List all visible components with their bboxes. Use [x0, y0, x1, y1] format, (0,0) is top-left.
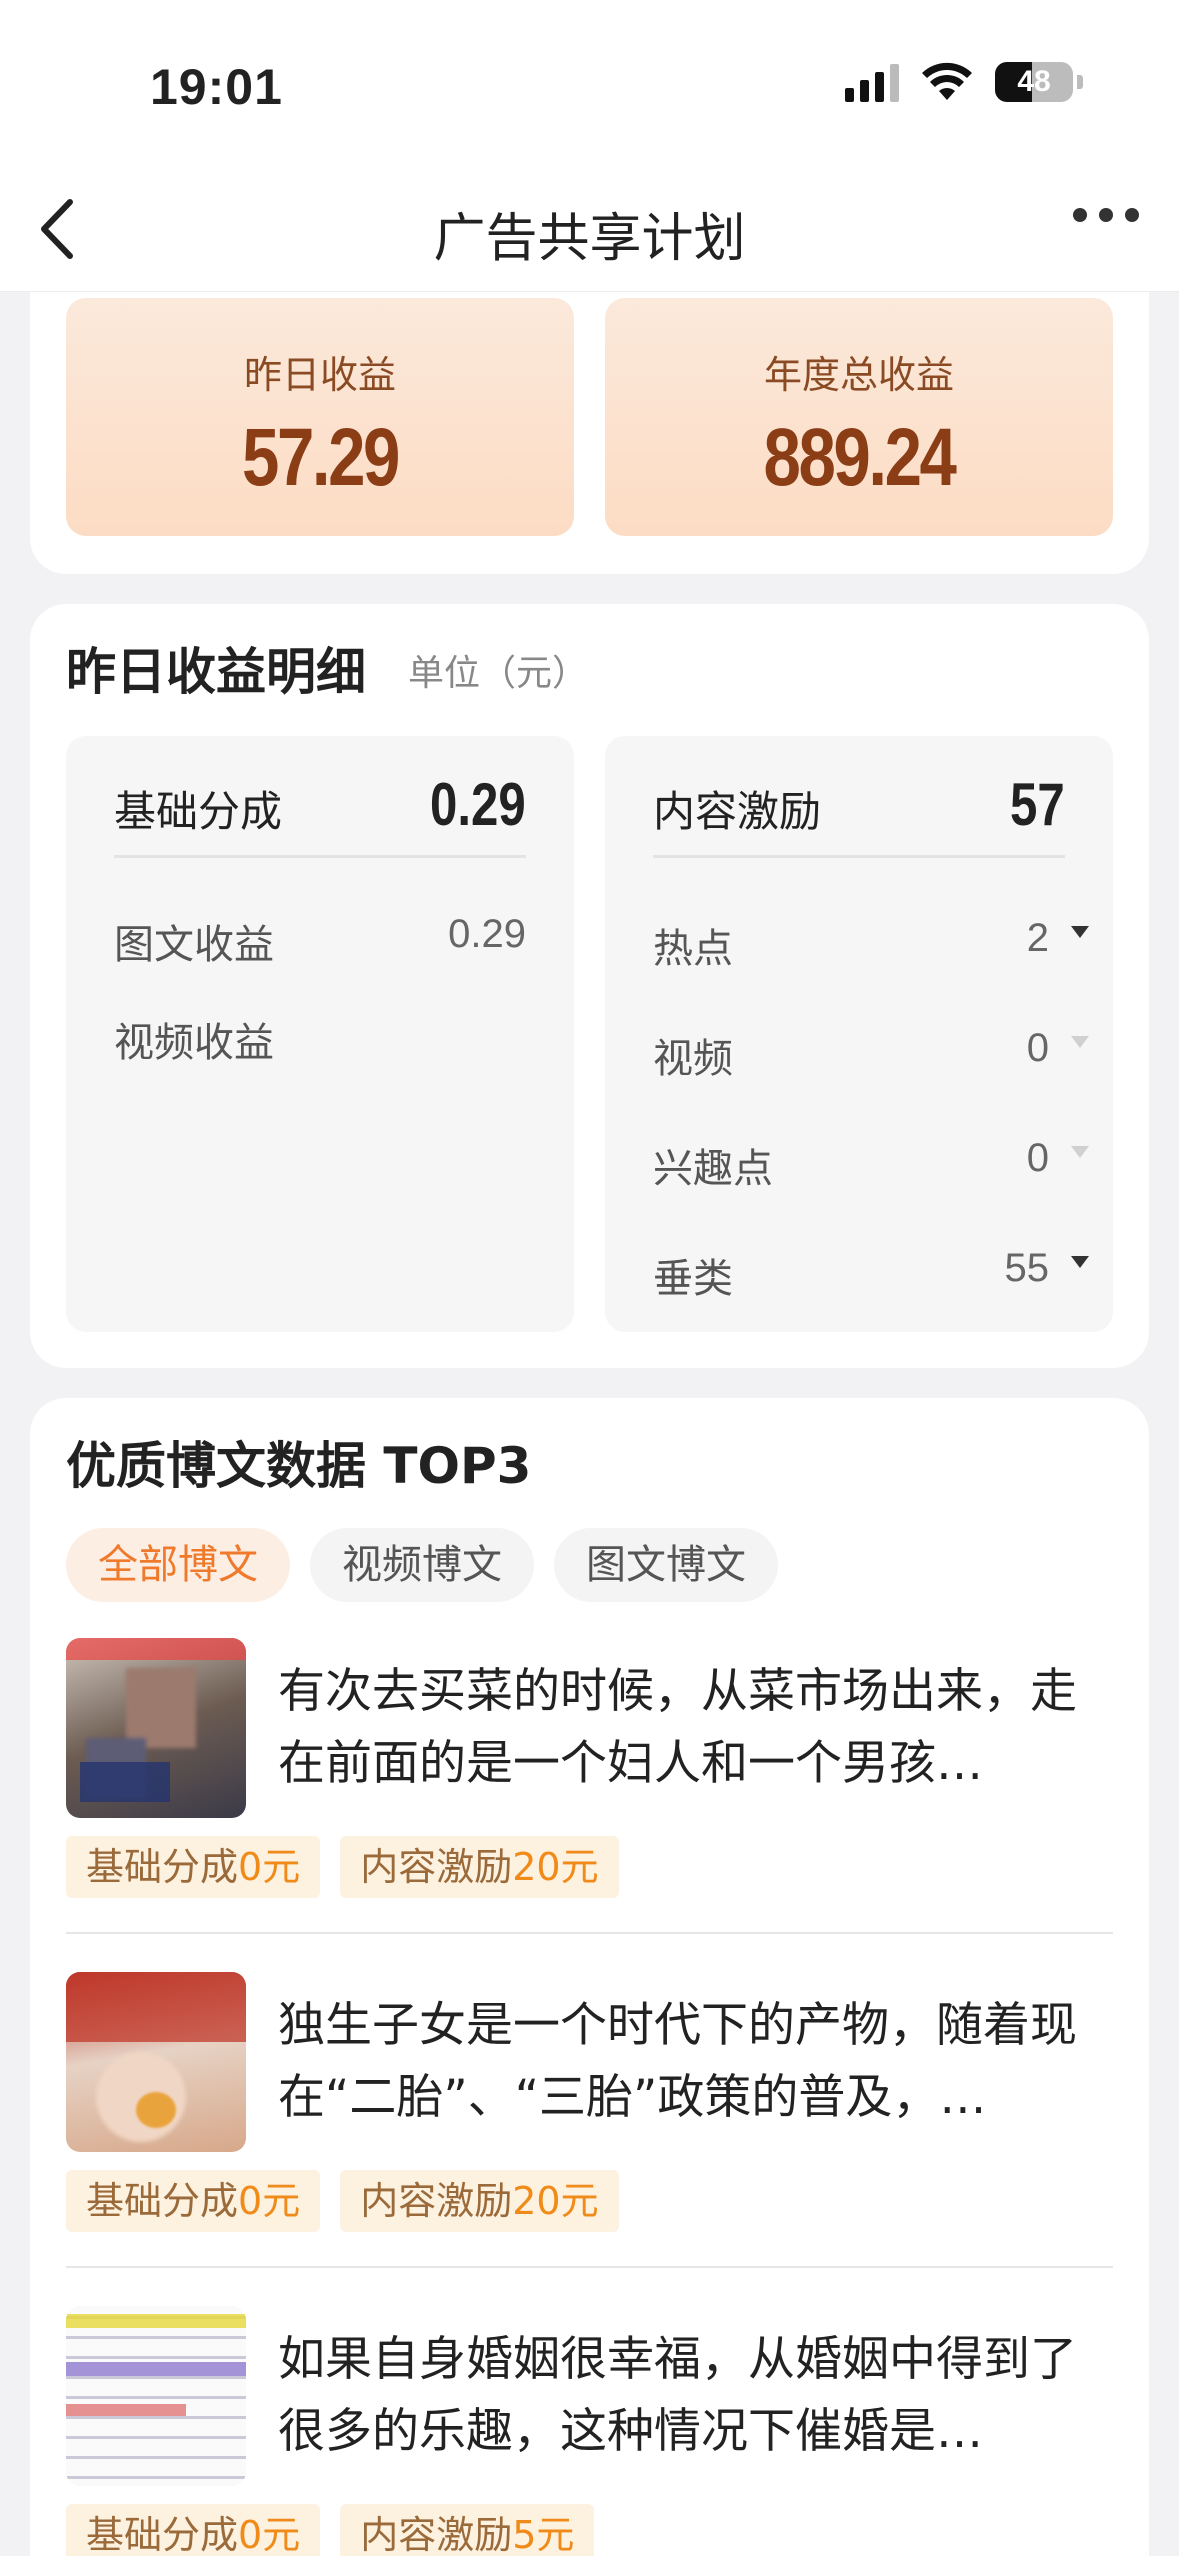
detail-row-interest[interactable]: 兴趣点 0 [653, 1136, 1089, 1196]
post-item[interactable]: 如果自身婚姻很幸福，从婚姻中得到了很多的乐趣，这种情况下催婚是… 基础分成0元 … [66, 2306, 1113, 2556]
annual-earnings-label: 年度总收益 [763, 353, 954, 397]
post-item[interactable]: 独生子女是一个时代下的产物，随着现在“二胎”、“三胎”政策的普及，… 基础分成0… [66, 1972, 1113, 2252]
tab-image-text-posts[interactable]: 图文博文 [554, 1528, 778, 1602]
detail-row-label: 视频 [653, 1036, 733, 1082]
detail-row-label: 垂类 [653, 1256, 733, 1302]
dropdown-triangle-icon[interactable] [1071, 926, 1089, 938]
post-tags: 基础分成0元 内容激励20元 [66, 2170, 619, 2232]
base-share-label: 基础分成 [114, 787, 283, 836]
dropdown-triangle-icon[interactable] [1071, 1256, 1089, 1268]
base-share-tag: 基础分成0元 [66, 2504, 321, 2556]
top-posts-title: 优质博文数据 TOP3 [66, 1437, 532, 1495]
content-incentive-tag: 内容激励20元 [340, 2170, 619, 2232]
battery-tip [1077, 75, 1083, 89]
post-text: 有次去买菜的时候，从菜市场出来，走在前面的是一个妇人和一个男孩… [278, 1664, 1077, 1791]
top-posts-card: 优质博文数据 TOP3 全部博文 视频博文 图文博文 有次去买菜的时候，从菜市场… [30, 1398, 1149, 2556]
detail-row-label: 视频收益 [114, 1020, 274, 1066]
earnings-detail-card: 昨日收益明细 单位（元） 基础分成 0.29 图文收益 0.29 视频收益 内容… [30, 604, 1149, 1368]
base-share-tag: 基础分成0元 [66, 2170, 321, 2232]
content-incentive-tag: 内容激励5元 [340, 2504, 595, 2556]
base-share-header: 基础分成 0.29 [114, 771, 526, 858]
base-share-value: 0.29 [430, 771, 526, 838]
detail-row-value: 0 [1026, 1136, 1049, 1180]
cellular-signal-icon [845, 62, 899, 102]
detail-title: 昨日收益明细 [66, 643, 366, 701]
detail-row-label: 兴趣点 [653, 1146, 773, 1192]
detail-row-label: 图文收益 [114, 922, 274, 968]
detail-row-label: 热点 [653, 926, 733, 972]
content-incentive-value: 57 [1010, 771, 1065, 838]
divider [66, 1932, 1113, 1934]
content-incentive-tag: 内容激励20元 [340, 1836, 619, 1898]
wifi-icon [922, 62, 972, 100]
post-text: 如果自身婚姻很幸福，从婚姻中得到了很多的乐趣，这种情况下催婚是… [278, 2332, 1077, 2459]
detail-row-video: 视频收益 [114, 1010, 510, 1070]
tag-value: 0元 [238, 2179, 301, 2223]
tab-all-posts[interactable]: 全部博文 [66, 1528, 290, 1602]
base-share-tag: 基础分成0元 [66, 1836, 321, 1898]
post-thumbnail[interactable] [66, 1638, 246, 1818]
yesterday-earnings-box: 昨日收益 57.29 [66, 298, 574, 536]
detail-unit: 单位（元） [408, 653, 589, 694]
top-bar: 19:01 48 广告共享计划 [0, 0, 1179, 292]
tag-label: 基础分成 [86, 1845, 239, 1889]
tag-label: 内容激励 [360, 2179, 513, 2223]
detail-row-value: 0.29 [448, 912, 526, 956]
tab-video-posts[interactable]: 视频博文 [310, 1528, 534, 1602]
post-tags: 基础分成0元 内容激励20元 [66, 1836, 619, 1898]
tag-value: 20元 [512, 1845, 599, 1889]
base-share-box: 基础分成 0.29 图文收益 0.29 视频收益 [66, 736, 574, 1332]
yesterday-earnings-value: 57.29 [242, 412, 400, 503]
post-tags: 基础分成0元 内容激励5元 [66, 2504, 595, 2556]
detail-row-value: 55 [1004, 1246, 1050, 1290]
annual-earnings-value: 889.24 [763, 412, 957, 503]
post-text: 独生子女是一个时代下的产物，随着现在“二胎”、“三胎”政策的普及，… [278, 1998, 1077, 2125]
tag-value: 20元 [512, 2179, 599, 2223]
status-time: 19:01 [150, 59, 283, 115]
tag-value: 0元 [238, 1845, 301, 1889]
yesterday-earnings-label: 昨日收益 [243, 353, 396, 397]
post-item[interactable]: 有次去买菜的时候，从菜市场出来，走在前面的是一个妇人和一个男孩… 基础分成0元 … [66, 1638, 1113, 1918]
tag-label: 基础分成 [86, 2513, 239, 2556]
annual-earnings-box: 年度总收益 889.24 [605, 298, 1113, 536]
content-incentive-box: 内容激励 57 热点 2 视频 0 兴趣点 0 垂类 55 [605, 736, 1113, 1332]
battery-icon: 48 [995, 62, 1073, 102]
detail-row-image-text: 图文收益 0.29 [114, 912, 526, 972]
post-filter-tabs: 全部博文 视频博文 图文博文 [66, 1528, 778, 1602]
divider [66, 2266, 1113, 2268]
more-options-icon[interactable] [1073, 208, 1139, 222]
status-icons: 48 [845, 62, 1083, 102]
content-incentive-label: 内容激励 [653, 787, 822, 836]
detail-row-video-incentive[interactable]: 视频 0 [653, 1026, 1089, 1086]
page-title: 广告共享计划 [433, 209, 746, 269]
tag-value: 0元 [238, 2513, 301, 2556]
detail-row-value: 2 [1026, 916, 1049, 960]
tag-label: 基础分成 [86, 2179, 239, 2223]
post-thumbnail[interactable] [66, 2306, 246, 2486]
dropdown-triangle-icon[interactable] [1071, 1036, 1089, 1048]
tag-value: 5元 [512, 2513, 575, 2556]
dropdown-triangle-icon[interactable] [1071, 1146, 1089, 1158]
battery-percent: 48 [1017, 65, 1051, 98]
earnings-summary-card: 昨日收益 57.29 年度总收益 889.24 [30, 250, 1149, 574]
tag-label: 内容激励 [360, 1845, 513, 1889]
detail-row-vertical[interactable]: 垂类 55 [653, 1246, 1089, 1306]
detail-row-hotspot[interactable]: 热点 2 [653, 916, 1089, 976]
tag-label: 内容激励 [360, 2513, 513, 2556]
content-incentive-header: 内容激励 57 [653, 771, 1065, 858]
detail-row-value: 0 [1026, 1026, 1049, 1070]
post-thumbnail[interactable] [66, 1972, 246, 2152]
